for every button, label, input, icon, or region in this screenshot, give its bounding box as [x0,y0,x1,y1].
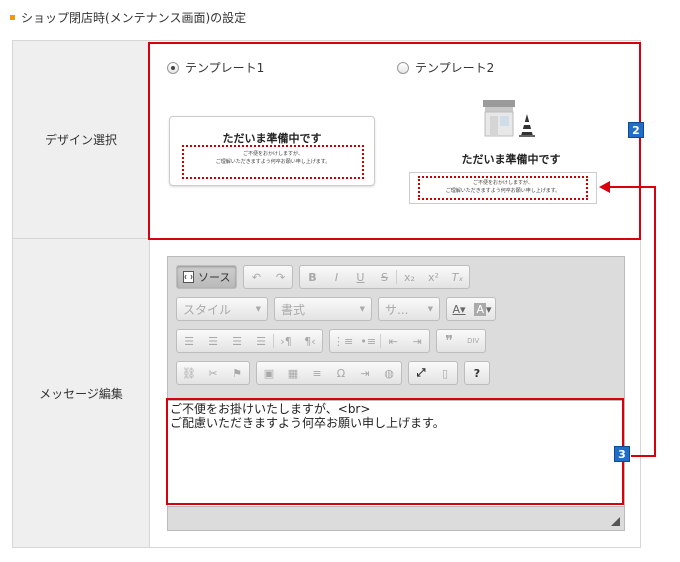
remove-format-button[interactable]: Tₓ [445,266,469,288]
rtl-button[interactable]: ¶‹ [298,330,322,352]
source-icon [183,271,194,283]
section-title: ショップ閉店時(メンテナンス画面)の設定 [10,9,246,26]
div-container-icon: DIV [467,337,480,345]
superscript-icon: x² [427,270,439,284]
quote-icon: ❞ [445,332,454,350]
bold-button[interactable]: B [300,266,324,288]
numbered-list-icon: ⋮≡ [333,334,354,348]
align-justify-icon: ☰ [256,334,266,348]
bold-icon: B [308,270,317,284]
ltr-button[interactable]: ›¶ [274,330,298,352]
outdent-icon: ⇤ [388,334,398,348]
outdent-button[interactable]: ⇤ [381,330,405,352]
align-right-button[interactable]: ☰ [225,330,249,352]
bulleted-list-icon: •≡ [360,334,377,348]
style-dropdown-label: スタイル [183,302,232,317]
undo-button[interactable]: ↶ [244,266,268,288]
chevron-down-icon: ▼ [255,305,261,313]
text-color-icon: A▾ [452,302,466,316]
title-bullet-icon [10,15,15,20]
message-highlight-frame [166,398,624,505]
strikethrough-icon: S [380,270,388,284]
horizontal-rule-button[interactable]: ≡ [305,362,329,384]
source-label: ソース [198,271,231,284]
horizontal-rule-icon: ≡ [312,366,322,380]
redo-icon: ↷ [275,270,286,284]
align-left-icon: ☰ [184,334,194,348]
help-icon: ? [473,366,481,380]
connector-arrow [599,181,656,457]
italic-icon: I [334,270,339,284]
align-center-button[interactable]: ☰ [201,330,225,352]
bg-color-icon: A [474,302,486,316]
design-highlight-frame [148,42,641,240]
align-justify-button[interactable]: ☰ [249,330,273,352]
div-button[interactable]: DIV [461,330,485,352]
source-button[interactable]: ソース [177,266,237,288]
link-icon: ⛓ [182,366,196,380]
text-color-button[interactable]: A▾ [447,298,471,320]
section-title-text: ショップ閉店時(メンテナンス画面)の設定 [21,11,247,25]
bulleted-list-button[interactable]: •≡ [356,330,380,352]
redo-button[interactable]: ↷ [268,266,292,288]
text-direction-rtl-icon: ¶‹ [304,334,316,348]
editor-status-bar [168,507,624,530]
message-label: メッセージ編集 [13,239,150,547]
align-right-icon: ☰ [232,334,242,348]
omega-icon: Ω [336,366,346,380]
image-button[interactable]: ▣ [257,362,281,384]
size-dropdown[interactable]: サ... ▼ [378,297,440,321]
indent-button[interactable]: ⇥ [405,330,429,352]
text-direction-ltr-icon: ›¶ [280,334,292,348]
show-blocks-icon: ▯ [441,366,449,380]
globe-icon: ◍ [384,366,394,380]
strike-button[interactable]: S [372,266,396,288]
chevron-down-icon: ▼ [359,305,365,313]
align-center-icon: ☰ [208,334,218,348]
chevron-down-icon: ▼ [427,305,433,313]
maximize-button[interactable]: ⤢ [409,362,433,384]
blockquote-button[interactable]: ❞ [437,330,461,352]
subscript-button[interactable]: x₂ [397,266,421,288]
numbered-list-button[interactable]: ⋮≡ [330,330,356,352]
page-break-button[interactable]: ⇥ [353,362,377,384]
indent-icon: ⇥ [412,334,422,348]
subscript-icon: x₂ [403,270,415,284]
undo-icon: ↶ [251,270,262,284]
special-char-button[interactable]: Ω [329,362,353,384]
italic-button[interactable]: I [324,266,348,288]
maximize-icon: ⤢ [416,366,426,379]
table-button[interactable]: ▦ [281,362,305,384]
superscript-button[interactable]: x² [421,266,445,288]
style-dropdown[interactable]: スタイル ▼ [176,297,268,321]
show-blocks-button[interactable]: ▯ [433,362,457,384]
anchor-button[interactable]: ⚑ [225,362,249,384]
table-icon: ▦ [287,366,299,380]
underline-button[interactable]: U [348,266,372,288]
remove-format-icon: Tₓ [451,270,464,284]
design-label: デザイン選択 [13,41,150,238]
anchor-flag-icon: ⚑ [232,366,242,380]
resize-grip-icon[interactable] [611,517,620,526]
unlink-icon: ✂ [208,366,218,380]
badge-2: 2 [628,122,644,138]
unlink-button[interactable]: ✂ [201,362,225,384]
help-button[interactable]: ? [465,362,489,384]
format-dropdown[interactable]: 書式 ▼ [274,297,372,321]
bg-color-button[interactable]: A ▾ [471,298,495,320]
iframe-button[interactable]: ◍ [377,362,401,384]
page-break-icon: ⇥ [360,366,370,380]
format-dropdown-label: 書式 [281,302,306,317]
size-dropdown-label: サ... [385,302,409,317]
align-left-button[interactable]: ☰ [177,330,201,352]
image-icon: ▣ [263,366,275,380]
link-button[interactable]: ⛓ [177,362,201,384]
underline-icon: U [356,270,365,284]
